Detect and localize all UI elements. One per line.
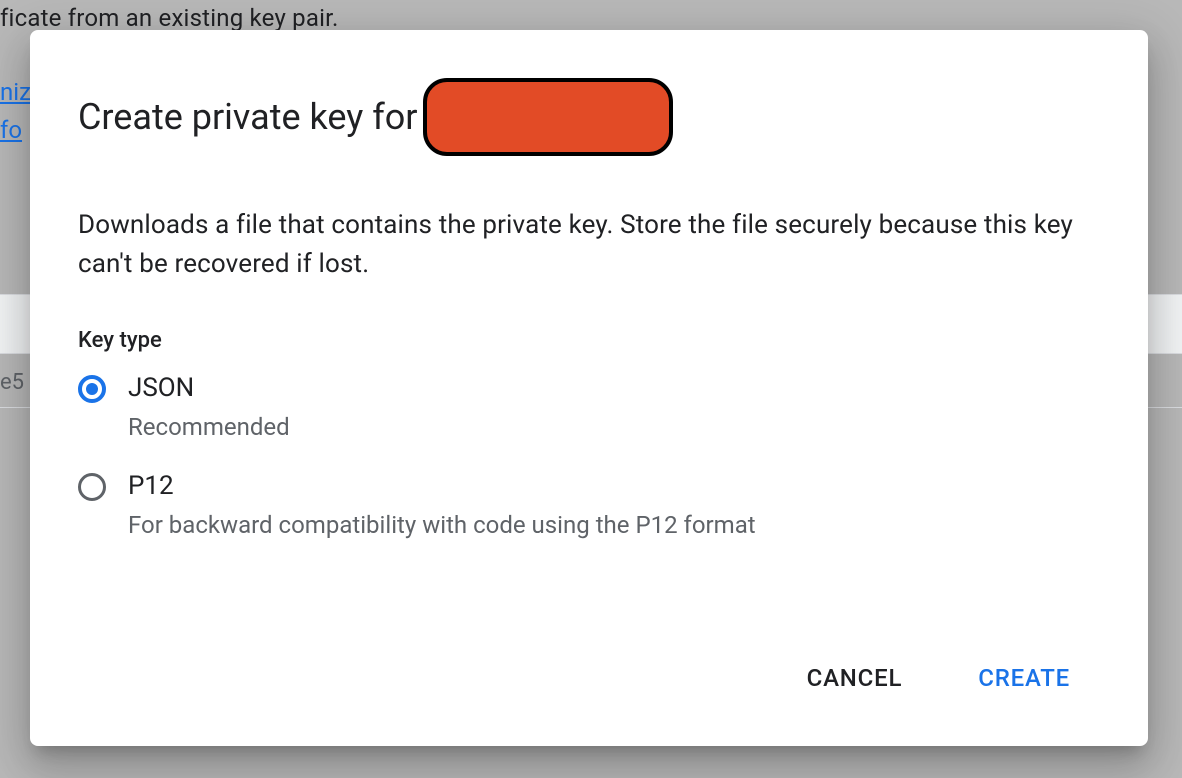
radio-content-json: JSON Recommended [128, 373, 290, 441]
cancel-button[interactable]: CANCEL [789, 654, 921, 702]
background-cell-fragment: e5 [0, 370, 24, 395]
radio-button-json[interactable] [78, 375, 106, 403]
modal-title-text: Create private key for [78, 96, 417, 138]
create-button[interactable]: CREATE [960, 654, 1088, 702]
background-link-fragment-1: niz [0, 78, 31, 106]
radio-option-json[interactable]: JSON Recommended [78, 373, 1100, 441]
radio-title-json: JSON [128, 373, 290, 403]
radio-title-p12: P12 [128, 471, 756, 501]
radio-option-p12[interactable]: P12 For backward compatibility with code… [78, 471, 1100, 539]
radio-content-p12: P12 For backward compatibility with code… [128, 471, 756, 539]
background-link-fragment-2: fo [0, 116, 22, 144]
key-type-label: Key type [78, 328, 1100, 353]
modal-title: Create private key for [78, 78, 1100, 156]
modal-description: Downloads a file that contains the priva… [78, 206, 1100, 284]
radio-subtitle-p12: For backward compatibility with code usi… [128, 511, 756, 539]
redacted-service-account-name [423, 78, 673, 156]
background-text-fragment: ficate from an existing key pair. [0, 4, 339, 32]
modal-actions: CANCEL CREATE [78, 654, 1100, 722]
create-private-key-modal: Create private key for Downloads a file … [30, 30, 1148, 746]
radio-subtitle-json: Recommended [128, 413, 290, 441]
radio-button-p12[interactable] [78, 473, 106, 501]
